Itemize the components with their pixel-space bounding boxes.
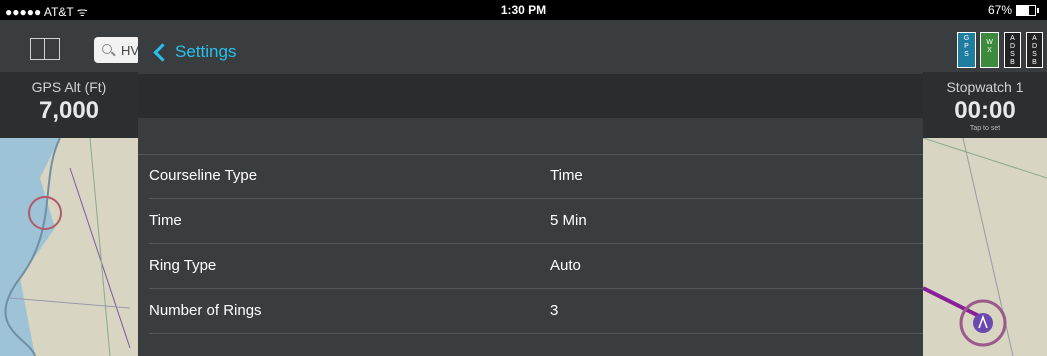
search-input[interactable]: HV — [94, 37, 140, 63]
battery-percent: 67% — [987, 3, 1012, 17]
adsb-indicator-2[interactable]: A D S B — [1026, 32, 1043, 68]
stopwatch-hint: Tap to set — [969, 125, 1001, 132]
section-spacer — [138, 118, 923, 155]
setting-label: Time — [149, 212, 182, 229]
section-header — [138, 74, 923, 118]
gps-alt-value: 7,000 — [38, 97, 100, 124]
status-time: 1:30 PM — [500, 3, 547, 17]
row-divider — [149, 333, 923, 334]
search-text: HV — [121, 43, 140, 58]
gps-indicator[interactable]: G P S — [957, 32, 976, 68]
stopwatch-label: Stopwatch 1 — [946, 79, 1024, 95]
battery-icon — [1016, 4, 1036, 16]
setting-label: Courseline Type — [149, 167, 258, 184]
status-bar: ●●●●● AT&T ᯤ 1:30 PM 67% — [0, 0, 1047, 20]
gps-alt-label: GPS Alt (Ft) — [31, 79, 107, 95]
stopwatch-value: 00:00 — [954, 97, 1016, 124]
battery-tip — [1037, 7, 1039, 13]
setting-value: Auto — [550, 257, 581, 274]
setting-row-courseline-type[interactable]: Courseline Type Time — [138, 154, 923, 199]
sectional-map-right[interactable] — [923, 138, 1047, 356]
panels-icon[interactable] — [30, 38, 60, 60]
setting-value: 3 — [550, 302, 559, 319]
battery-indicator: 67% — [988, 3, 1039, 17]
chevron-left-icon — [153, 42, 172, 62]
back-label: Settings — [175, 42, 237, 61]
back-settings-button[interactable]: Settings — [152, 42, 236, 62]
setting-row-number-of-rings[interactable]: Number of Rings 3 — [138, 289, 923, 334]
panel-nav-bar: Settings — [138, 29, 923, 74]
adsb-indicator-1[interactable]: A D S B — [1004, 32, 1021, 68]
courseline-settings-panel: Settings Courseline Type Time Time 5 Min… — [138, 29, 923, 356]
setting-value: 5 Min — [550, 212, 587, 229]
map-graphic-left — [0, 138, 131, 356]
setting-value: Time — [550, 167, 583, 184]
setting-row-ring-type[interactable]: Ring Type Auto — [138, 244, 923, 289]
setting-label: Ring Type — [149, 257, 217, 274]
gps-altitude-instrument[interactable]: GPS Alt (Ft) 7,000 — [0, 72, 138, 138]
search-icon — [102, 44, 112, 54]
setting-label: Number of Rings — [149, 302, 262, 319]
map-graphic-right — [923, 138, 1047, 356]
weather-indicator[interactable]: W X — [980, 32, 999, 68]
setting-row-time[interactable]: Time 5 Min — [138, 199, 923, 244]
stopwatch-instrument[interactable]: Stopwatch 1 00:00 Tap to set — [923, 72, 1047, 138]
sectional-map-left[interactable] — [0, 138, 138, 356]
